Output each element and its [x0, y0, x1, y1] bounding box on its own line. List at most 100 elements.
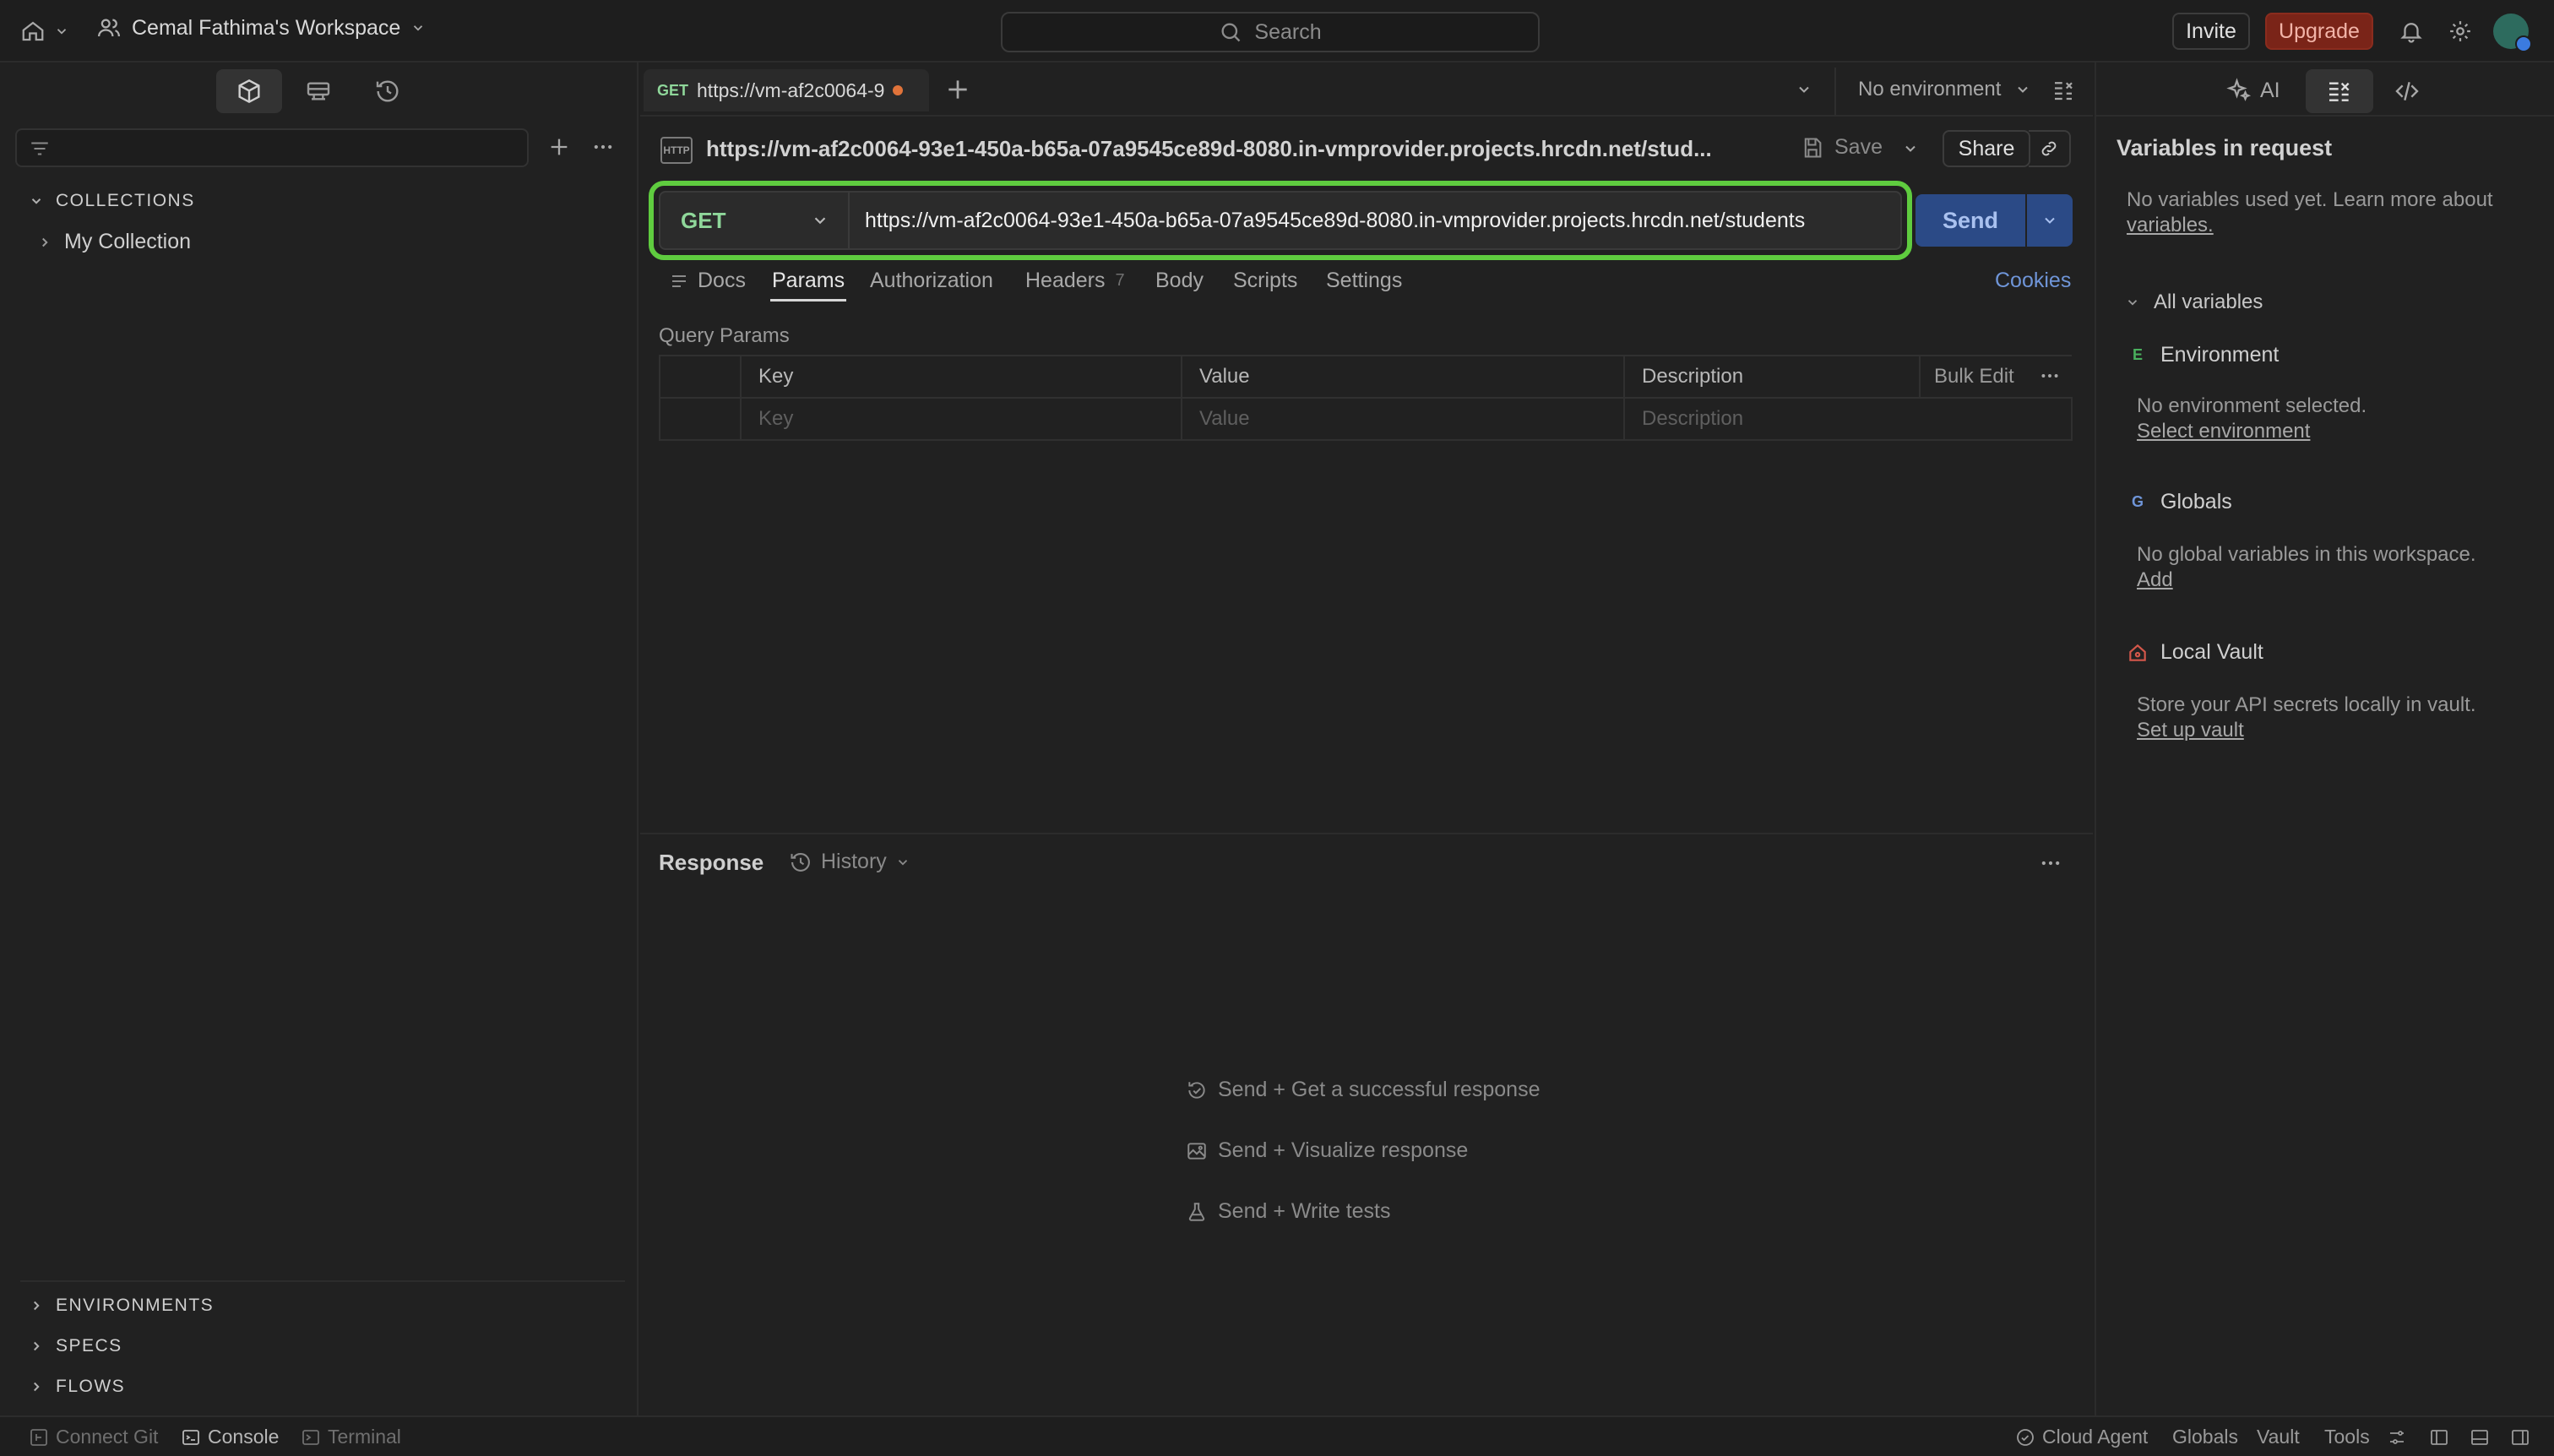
- more-icon[interactable]: [2039, 365, 2061, 387]
- global-search[interactable]: Search: [1001, 12, 1540, 52]
- cloud-agent-label: Cloud Agent: [2042, 1426, 2149, 1448]
- cube-icon: [236, 78, 263, 105]
- visualize-image-icon: [1186, 1140, 1208, 1162]
- url-input[interactable]: https://vm-af2c0064-93e1-450a-b65a-07a95…: [850, 209, 1900, 233]
- search-icon: [1219, 20, 1242, 44]
- environments-heading: ENVIRONMENTS: [56, 1296, 215, 1315]
- tabs-divider: [640, 115, 2093, 117]
- sidebar-tab-environments[interactable]: [285, 69, 351, 113]
- bulk-edit-button[interactable]: Bulk Edit: [1934, 365, 2014, 388]
- avatar[interactable]: [2493, 14, 2532, 52]
- docs-icon: [669, 271, 689, 291]
- tools-status-button[interactable]: Tools: [2324, 1426, 2370, 1448]
- share-button[interactable]: Share: [1943, 130, 2030, 167]
- toggle-right-panel-icon[interactable]: [2510, 1427, 2530, 1448]
- all-variables-toggle[interactable]: All variables: [2125, 291, 2263, 314]
- tab-authorization[interactable]: Authorization: [870, 269, 993, 293]
- invite-button[interactable]: Invite: [2172, 13, 2250, 50]
- hint-text: Send + Write tests: [1218, 1199, 1391, 1223]
- code-icon[interactable]: [2394, 78, 2421, 105]
- more-icon[interactable]: [2039, 851, 2062, 875]
- method-label: GET: [681, 207, 726, 233]
- environment-select[interactable]: No environment: [1858, 78, 2031, 101]
- method-select[interactable]: GET: [660, 193, 850, 248]
- search-label: Search: [1254, 19, 1322, 44]
- console-button[interactable]: Console: [181, 1426, 279, 1448]
- more-icon[interactable]: [591, 135, 615, 159]
- collection-filter-input[interactable]: [15, 128, 529, 167]
- git-icon: [29, 1427, 49, 1448]
- value-input[interactable]: Value: [1181, 397, 1625, 441]
- save-options-chevron-icon[interactable]: [1902, 140, 1919, 157]
- environment-quick-look-icon[interactable]: [2051, 78, 2076, 103]
- tab-docs-label: Docs: [698, 269, 746, 292]
- query-params-label: Query Params: [659, 324, 790, 347]
- vault-status-button[interactable]: Vault: [2257, 1426, 2300, 1448]
- ai-panel-tab[interactable]: AI: [2226, 78, 2280, 103]
- gear-icon[interactable]: [2448, 19, 2473, 44]
- copy-link-button[interactable]: [2029, 130, 2071, 167]
- specs-section-header[interactable]: SPECS: [29, 1336, 122, 1356]
- variables-panel-tab[interactable]: [2306, 69, 2373, 113]
- workspace-switcher[interactable]: Cemal Fathima's Workspace: [96, 15, 426, 41]
- chevron-down-icon: [2041, 212, 2058, 229]
- sidebar-tab-history[interactable]: [355, 69, 421, 113]
- vault-scope-label: Local Vault: [2160, 640, 2263, 664]
- set-up-vault-link[interactable]: Set up vault: [2137, 719, 2244, 742]
- bell-icon[interactable]: [2399, 19, 2424, 44]
- hint-visualize-response: Send + Visualize response: [1186, 1138, 1468, 1163]
- flows-section-header[interactable]: FLOWS: [29, 1377, 125, 1397]
- cookies-link[interactable]: Cookies: [1995, 269, 2071, 293]
- new-tab-icon[interactable]: [944, 76, 971, 103]
- description-input[interactable]: Description: [1623, 397, 2073, 441]
- response-history-dropdown[interactable]: History: [789, 850, 910, 874]
- flows-heading: FLOWS: [56, 1377, 126, 1396]
- tab-body[interactable]: Body: [1155, 269, 1204, 293]
- connect-git-button[interactable]: Connect Git: [29, 1426, 158, 1448]
- unsaved-dot: [893, 85, 904, 95]
- sliders-icon[interactable]: [2387, 1427, 2407, 1448]
- save-button[interactable]: Save: [1801, 135, 1883, 160]
- history-icon: [374, 78, 401, 105]
- add-global-link[interactable]: Add: [2137, 568, 2173, 591]
- sidebar-item-my-collection[interactable]: My Collection: [37, 230, 191, 254]
- upgrade-button[interactable]: Upgrade: [2265, 13, 2373, 50]
- environment-scope-message: No environment selected. Select environm…: [2137, 394, 2367, 444]
- toggle-bottom-panel-icon[interactable]: [2470, 1427, 2490, 1448]
- tab-params[interactable]: Params: [772, 269, 845, 293]
- globals-status-button[interactable]: Globals: [2172, 1426, 2238, 1448]
- request-tab-active[interactable]: GET https://vm-af2c0064-9: [644, 69, 929, 111]
- tab-settings[interactable]: Settings: [1326, 269, 1402, 293]
- active-tab-indicator: [770, 299, 846, 302]
- sidebar-tab-collections[interactable]: [216, 69, 282, 113]
- hint-text: Send + Visualize response: [1218, 1138, 1469, 1162]
- tabs-overflow-chevron-icon[interactable]: [1796, 81, 1812, 98]
- tab-scripts[interactable]: Scripts: [1233, 269, 1297, 293]
- environments-section-header[interactable]: ENVIRONMENTS: [29, 1296, 214, 1316]
- key-input[interactable]: Key: [740, 397, 1182, 441]
- globals-scope-text: No global variables in this workspace.: [2137, 543, 2476, 566]
- request-title[interactable]: https://vm-af2c0064-93e1-450a-b65a-07a95…: [706, 136, 1736, 162]
- tab-label: https://vm-af2c0064-9: [697, 79, 885, 101]
- add-icon[interactable]: [547, 135, 571, 159]
- hint-text: Send + Get a successful response: [1218, 1078, 1541, 1101]
- cloud-agent-button[interactable]: Cloud Agent: [2015, 1426, 2148, 1448]
- history-label: History: [821, 850, 887, 873]
- vault-home-icon: [2127, 642, 2149, 664]
- collections-section-header[interactable]: COLLECTIONS: [29, 191, 195, 211]
- tab-headers[interactable]: Headers 7: [1025, 269, 1125, 293]
- environment-scope-text: No environment selected.: [2137, 394, 2367, 417]
- console-label: Console: [208, 1426, 280, 1448]
- tab-docs[interactable]: Docs: [669, 269, 746, 293]
- globals-badge: G: [2131, 493, 2144, 510]
- response-title: Response: [659, 850, 764, 875]
- send-button[interactable]: Send: [1916, 194, 2025, 247]
- terminal-button[interactable]: Terminal: [301, 1426, 401, 1448]
- send-options-button[interactable]: [2027, 194, 2073, 247]
- home-icon[interactable]: [20, 19, 46, 44]
- history-icon: [789, 850, 812, 874]
- toggle-sidebar-icon[interactable]: [2429, 1427, 2449, 1448]
- chevron-down-icon[interactable]: [54, 24, 69, 39]
- variables-docs-link[interactable]: variables.: [2127, 213, 2532, 238]
- select-environment-link[interactable]: Select environment: [2137, 420, 2310, 443]
